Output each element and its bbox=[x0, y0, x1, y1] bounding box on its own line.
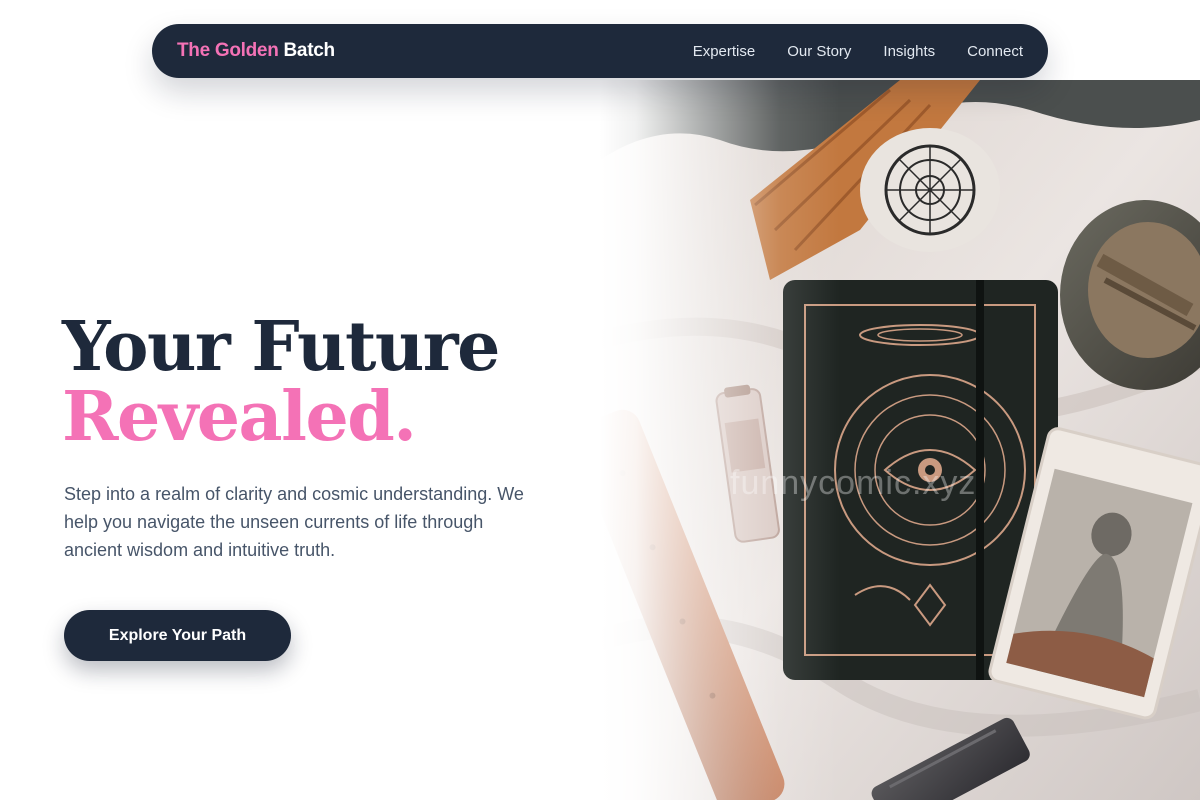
hero-title-line1: Your Future bbox=[62, 307, 500, 387]
brand-logo[interactable]: The Golden Batch bbox=[177, 40, 335, 62]
image-watermark: funnycomic.xyz bbox=[730, 464, 977, 502]
brand-rest: Batch bbox=[283, 40, 336, 61]
hero-subtitle: Step into a realm of clarity and cosmic … bbox=[64, 484, 524, 560]
hero-title: Your Future Revealed. bbox=[62, 312, 582, 452]
explore-path-button[interactable]: Explore Your Path bbox=[64, 610, 291, 661]
brand-accent: The Golden bbox=[177, 40, 279, 61]
hero-title-line2: Revealed. bbox=[62, 377, 417, 457]
nav-links: Expertise Our Story Insights Connect bbox=[693, 43, 1023, 60]
nav-link-expertise[interactable]: Expertise bbox=[693, 43, 756, 60]
nav-link-connect[interactable]: Connect bbox=[967, 43, 1023, 60]
nav-link-insights[interactable]: Insights bbox=[883, 43, 935, 60]
nav-link-our-story[interactable]: Our Story bbox=[787, 43, 851, 60]
navbar: The Golden Batch Expertise Our Story Ins… bbox=[152, 24, 1048, 78]
hero-image: funnycomic.xyz bbox=[600, 80, 1200, 800]
